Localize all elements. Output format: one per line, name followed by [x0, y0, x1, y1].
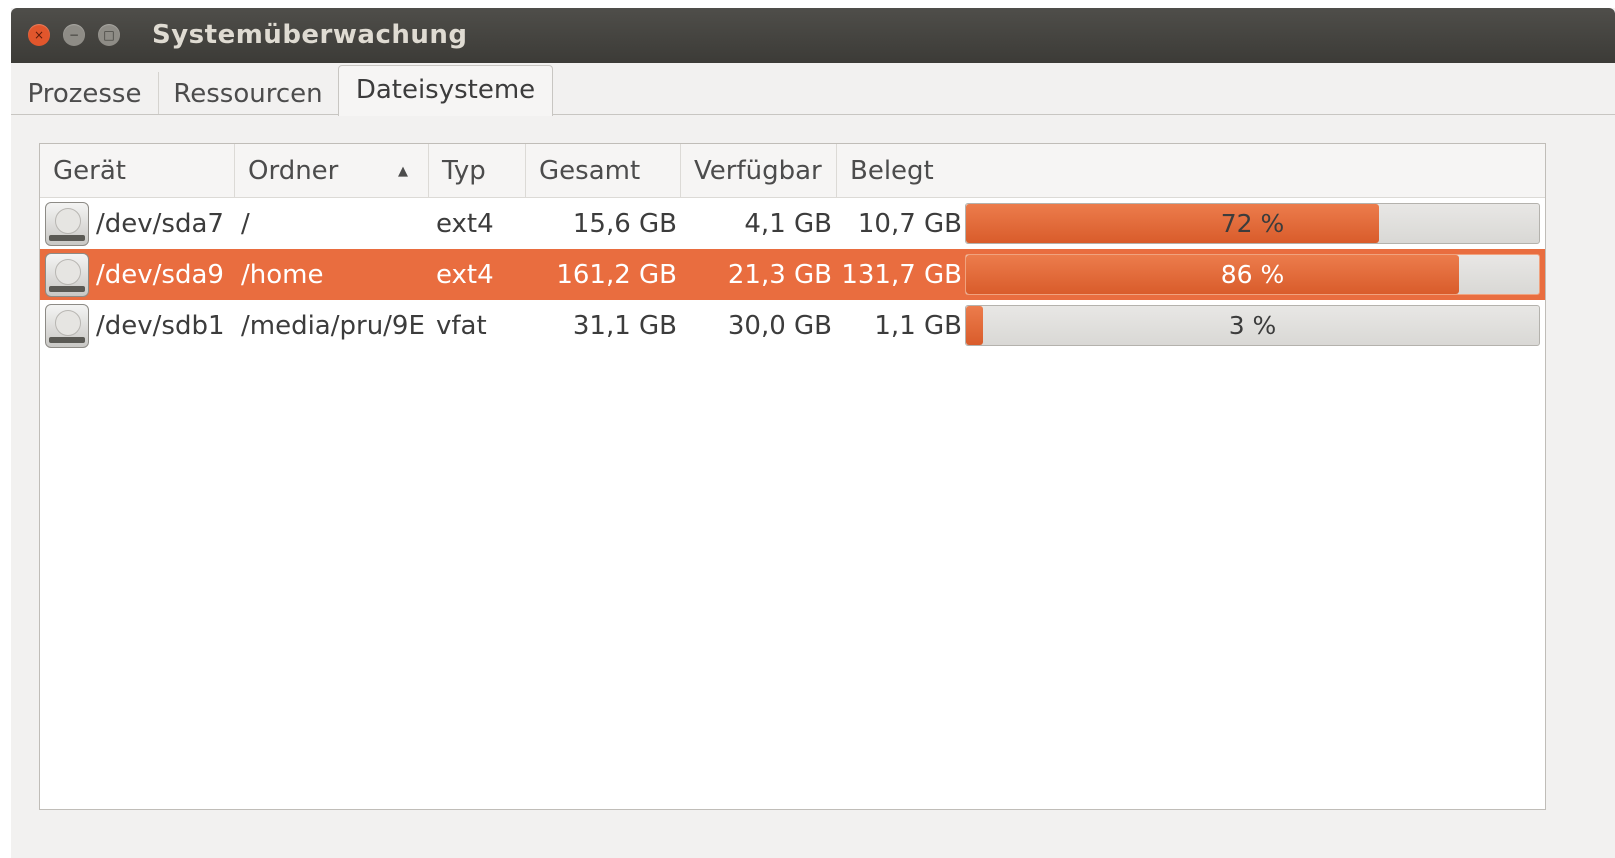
column-header-folder-label: Ordner	[248, 156, 339, 186]
title-bar[interactable]: × − □ Systemüberwachung	[11, 8, 1615, 63]
harddisk-icon	[45, 253, 89, 297]
table-row[interactable]: /dev/sda7 / ext4 15,6 GB 4,1 GB 10,7 GB …	[40, 198, 1545, 249]
used-cell: 1,1 GB	[874, 311, 962, 341]
table-row-selected[interactable]: /dev/sda9 /home ext4 161,2 GB 21,3 GB 13…	[40, 249, 1545, 300]
column-header-device-label: Gerät	[53, 156, 126, 186]
column-header-used[interactable]: Belegt	[837, 144, 1545, 197]
available-cell: 4,1 GB	[744, 209, 832, 239]
harddisk-icon	[45, 202, 89, 246]
tab-bar: Prozesse Ressourcen Dateisysteme	[11, 63, 1615, 116]
column-header-type[interactable]: Typ	[429, 144, 526, 197]
usage-bar: 72 %	[965, 203, 1540, 244]
column-header-type-label: Typ	[442, 156, 486, 186]
usage-bar: 86 %	[965, 254, 1540, 295]
folder-cell: /media/pru/9E	[241, 311, 425, 341]
total-cell: 15,6 GB	[572, 209, 677, 239]
minimize-window-button[interactable]: −	[63, 24, 85, 46]
total-cell: 161,2 GB	[556, 260, 677, 290]
available-cell: 30,0 GB	[727, 311, 832, 341]
filesystems-table: Gerät Ordner ▲ Typ Gesamt Verfügbar Bele…	[39, 143, 1546, 810]
close-window-button[interactable]: ×	[28, 24, 50, 46]
column-header-total-label: Gesamt	[539, 156, 641, 186]
type-cell: ext4	[436, 209, 494, 239]
total-cell: 31,1 GB	[572, 311, 677, 341]
usage-percent: 86 %	[1220, 260, 1285, 289]
tab-dateisysteme[interactable]: Dateisysteme	[338, 65, 553, 116]
folder-cell: /	[241, 209, 250, 239]
column-header-available[interactable]: Verfügbar	[681, 144, 837, 197]
column-header-device[interactable]: Gerät	[40, 144, 235, 197]
system-monitor-window: × − □ Systemüberwachung Prozesse Ressour…	[11, 8, 1615, 858]
tab-prozesse[interactable]: Prozesse	[11, 72, 159, 114]
usage-percent: 3 %	[1228, 311, 1277, 340]
sort-ascending-icon: ▲	[398, 164, 408, 179]
device-cell: /dev/sdb1	[96, 311, 225, 341]
device-cell: /dev/sda7	[96, 209, 224, 239]
tab-ressourcen[interactable]: Ressourcen	[159, 72, 337, 114]
column-header-available-label: Verfügbar	[694, 156, 822, 186]
table-row[interactable]: /dev/sdb1 /media/pru/9E vfat 31,1 GB 30,…	[40, 300, 1545, 351]
used-cell: 10,7 GB	[857, 209, 962, 239]
type-cell: vfat	[436, 311, 487, 341]
device-cell: /dev/sda9	[96, 260, 224, 290]
usage-bar: 3 %	[965, 305, 1540, 346]
table-header: Gerät Ordner ▲ Typ Gesamt Verfügbar Bele…	[40, 144, 1545, 198]
available-cell: 21,3 GB	[727, 260, 832, 290]
type-cell: ext4	[436, 260, 494, 290]
column-header-folder[interactable]: Ordner ▲	[235, 144, 429, 197]
usage-percent: 72 %	[1220, 209, 1285, 238]
used-cell: 131,7 GB	[841, 260, 962, 290]
column-header-total[interactable]: Gesamt	[526, 144, 681, 197]
folder-cell: /home	[241, 260, 324, 290]
harddisk-icon	[45, 304, 89, 348]
column-header-used-label: Belegt	[850, 156, 934, 186]
maximize-window-button[interactable]: □	[98, 24, 120, 46]
window-title: Systemüberwachung	[152, 20, 468, 50]
